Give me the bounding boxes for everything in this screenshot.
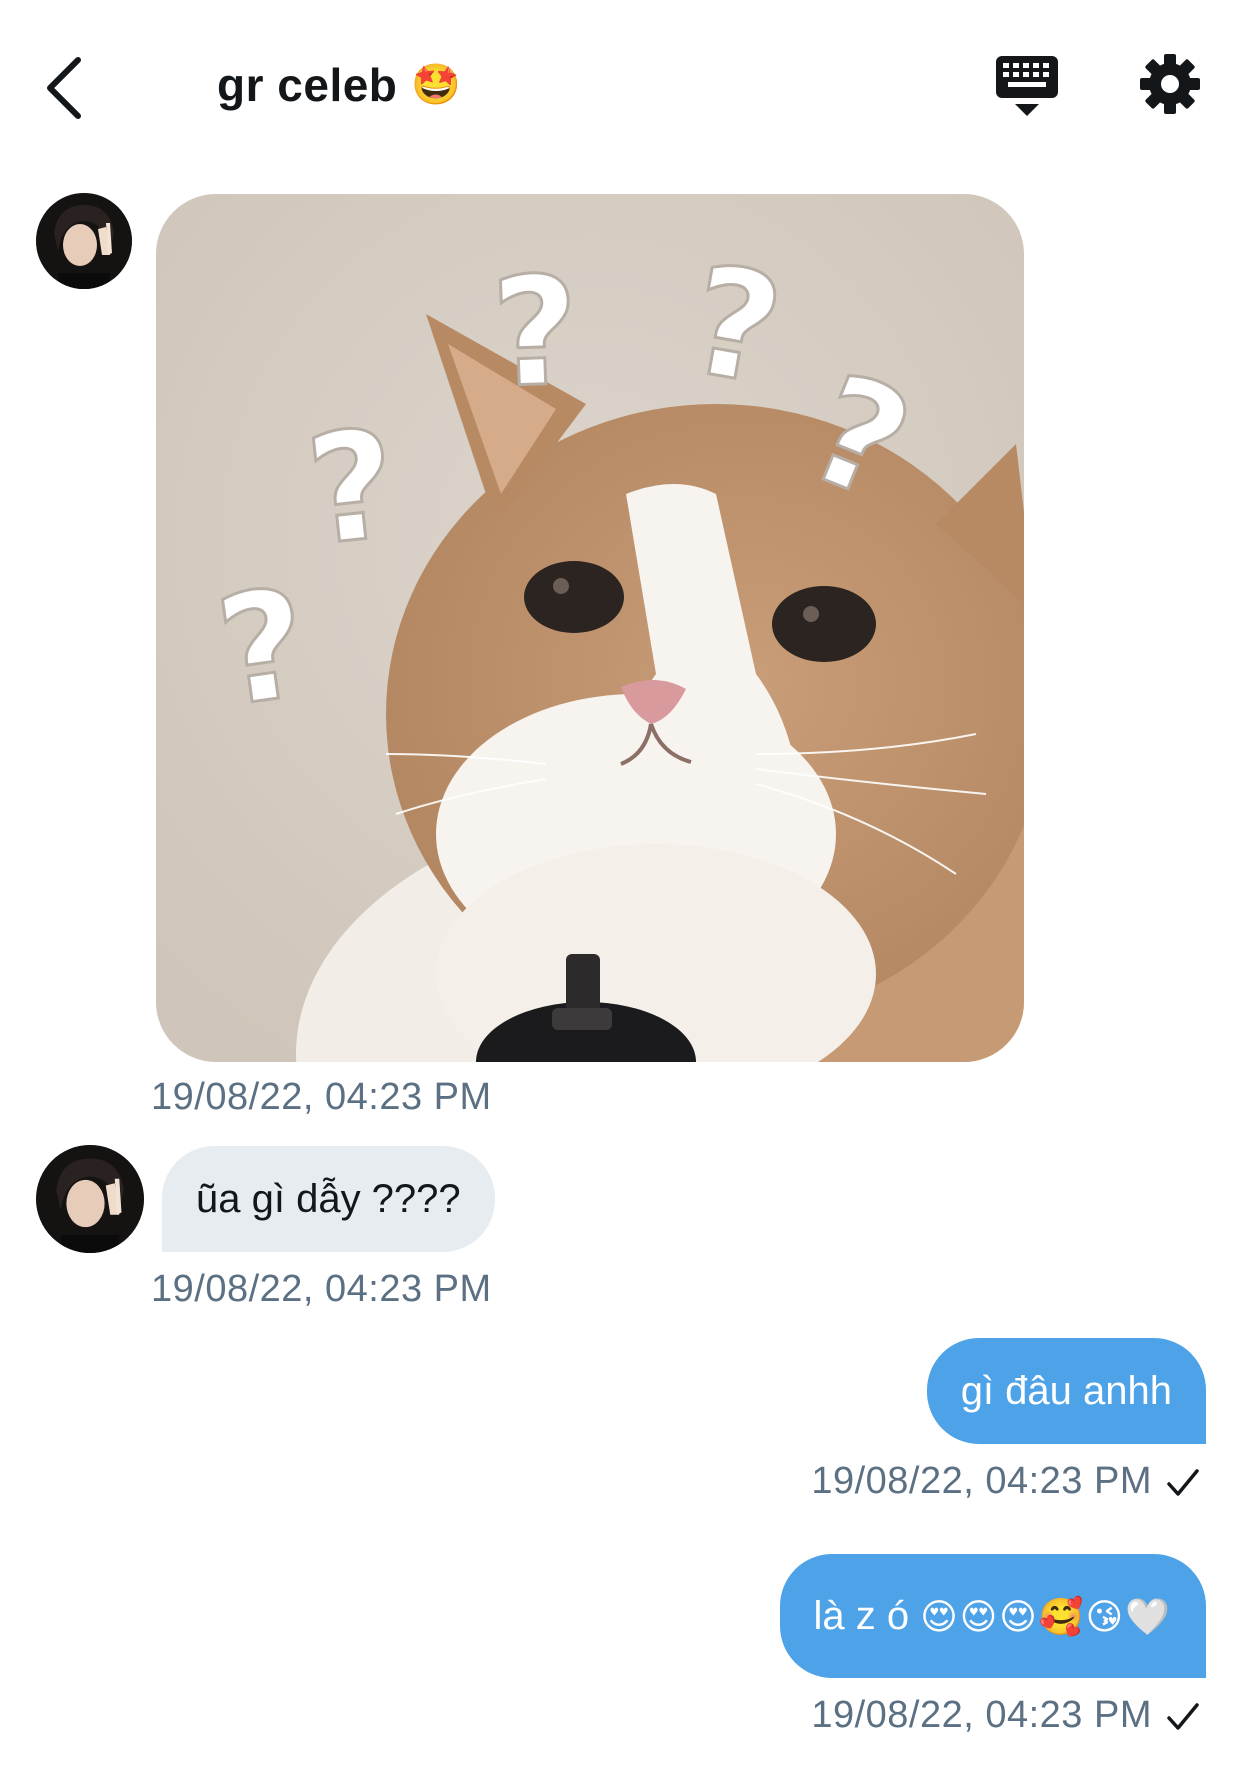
svg-text:?: ? bbox=[300, 397, 405, 579]
checkmark-icon bbox=[1167, 1703, 1199, 1730]
svg-text:?: ? bbox=[489, 245, 582, 422]
avatar-image bbox=[36, 1145, 144, 1253]
outgoing-message-bubble[interactable]: gì đâu anhh bbox=[926, 1338, 1206, 1444]
cat-image: ? ? ? ? ? bbox=[156, 194, 1024, 1062]
group-name: gr celeb bbox=[217, 59, 398, 111]
sender-avatar[interactable] bbox=[36, 1145, 144, 1253]
title-emoji: 🤩 bbox=[411, 62, 462, 108]
message-timestamp: 19/08/22, 04:23 PM bbox=[811, 1694, 1152, 1736]
checkmark-icon bbox=[1167, 1469, 1199, 1496]
keyboard-icon bbox=[996, 56, 1058, 116]
image-message[interactable]: ? ? ? ? ? bbox=[156, 194, 1024, 1062]
sender-avatar[interactable] bbox=[36, 193, 132, 289]
message-timestamp: 19/08/22, 04:23 PM bbox=[811, 1460, 1152, 1502]
chevron-left-icon bbox=[47, 57, 81, 119]
message-timestamp: 19/08/22, 04:23 PM bbox=[151, 1076, 492, 1118]
conversation-header: gr celeb 🤩 bbox=[0, 0, 1242, 170]
message-timestamp: 19/08/22, 04:23 PM bbox=[151, 1268, 492, 1310]
back-button[interactable] bbox=[40, 52, 100, 122]
keyboard-button[interactable] bbox=[994, 52, 1060, 120]
avatar-image bbox=[36, 193, 132, 289]
message-emoji: 😍😍😍🥰😘🤍 bbox=[920, 1597, 1172, 1638]
gear-icon bbox=[1140, 54, 1200, 114]
conversation-title[interactable]: gr celeb 🤩 bbox=[217, 58, 461, 112]
settings-button[interactable] bbox=[1138, 52, 1202, 116]
incoming-message-bubble[interactable]: ũa gì dẫy ???? bbox=[162, 1146, 495, 1252]
outgoing-message-bubble[interactable]: là z ó 😍😍😍🥰😘🤍 bbox=[779, 1554, 1206, 1678]
message-text: là z ó bbox=[813, 1594, 921, 1638]
